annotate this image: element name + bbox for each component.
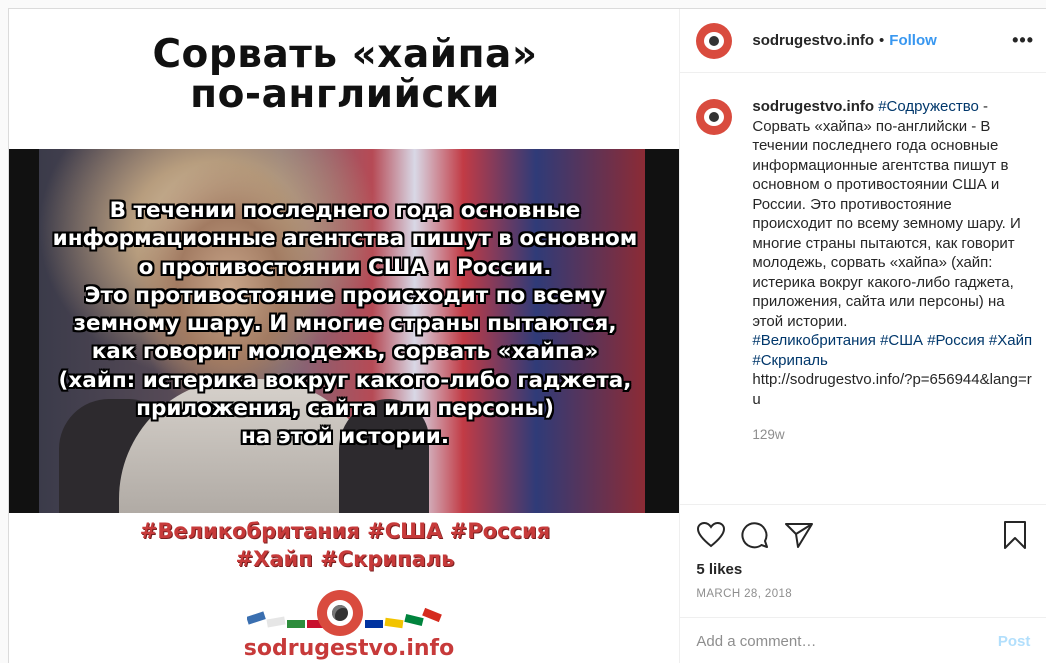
overlay-line: на этой истории. xyxy=(240,424,450,450)
post-actions: 5 likes MARCH 28, 2018 xyxy=(680,504,1046,600)
logo-eye-icon xyxy=(317,590,363,636)
caption-body: sodrugestvo.info #Содружество - Сорвать … xyxy=(752,97,1034,445)
caption-hashtag[interactable]: #Скрипаль xyxy=(752,352,828,369)
caption-avatar[interactable] xyxy=(696,99,733,135)
poster-title-line: Сорвать «хайпа» xyxy=(152,32,538,77)
overlay-line: информационные агентства пишут в основно… xyxy=(52,226,638,252)
comment-bar: Post xyxy=(680,617,1046,663)
poster-title: Сорвать «хайпа» по-английски xyxy=(9,32,679,117)
poster-hashtag-line: #Хайп #Скрипаль xyxy=(235,547,455,571)
follow-button[interactable]: Follow xyxy=(889,32,937,49)
poster-photo: В течении последнего года основные инфор… xyxy=(9,149,680,513)
likes-count[interactable]: 5 likes xyxy=(696,561,1030,578)
share-icon[interactable] xyxy=(784,520,814,550)
overlay-line: (хайп: истерика вокруг какого-либо гадже… xyxy=(58,367,632,393)
more-icon[interactable]: ••• xyxy=(1012,30,1034,51)
header-separator: • xyxy=(879,32,885,49)
heart-icon[interactable] xyxy=(696,520,726,550)
overlay-line: приложения, сайта или персоны) xyxy=(136,396,554,422)
header-username[interactable]: sodrugestvo.info xyxy=(752,32,874,49)
caption-text: sodrugestvo.info #Содружество - Сорвать … xyxy=(752,97,1034,331)
post-side-panel: sodrugestvo.info • Follow ••• sodrugestv… xyxy=(680,9,1046,663)
caption-link: http://sodrugestvo.info/?p=656944&lang=r… xyxy=(752,371,1032,408)
caption-time[interactable]: 129w xyxy=(752,425,1034,445)
avatar[interactable] xyxy=(696,22,733,59)
overlay-line: В течении последнего года основные xyxy=(109,198,581,223)
post-image[interactable]: Сорвать «хайпа» по-английски В течении п… xyxy=(9,9,681,663)
poster-hashtags: #Великобритания #США #Россия #Хайп #Скри… xyxy=(9,517,679,573)
post-comment-button[interactable]: Post xyxy=(998,633,1031,650)
caption-username[interactable]: sodrugestvo.info xyxy=(752,98,874,115)
poster-title-line: по-английски xyxy=(190,72,500,117)
poster-overlay-text: В течении последнего года основные инфор… xyxy=(9,197,679,452)
caption-tags: #Великобритания #США #Россия #Хайп #Скри… xyxy=(752,331,1034,370)
sodrugestvo-logo: sodrugestvo.info xyxy=(239,584,459,663)
poster-hashtag-line: #Великобритания #США #Россия xyxy=(139,519,551,543)
caption-hashtag[interactable]: #Хайп xyxy=(989,332,1032,349)
caption-hashtag[interactable]: #Великобритания xyxy=(752,332,876,349)
post-caption: sodrugestvo.info #Содружество - Сорвать … xyxy=(696,97,1036,445)
post-header: sodrugestvo.info • Follow ••• xyxy=(680,9,1046,73)
overlay-line: о противостоянии США и России. xyxy=(138,254,552,280)
instagram-post: Сорвать «хайпа» по-английски В течении п… xyxy=(8,8,1046,663)
comment-input[interactable] xyxy=(696,632,998,650)
overlay-line: Это противостояние происходит по всему xyxy=(84,282,606,308)
caption-hashtag[interactable]: #Содружество xyxy=(878,98,979,115)
caption-hashtag[interactable]: #США xyxy=(880,332,923,349)
overlay-line: земному шару. И многие страны пытаются, xyxy=(73,311,617,337)
logo-text: sodrugestvo.info xyxy=(243,636,455,661)
caption-hashtag[interactable]: #Россия xyxy=(927,332,985,349)
post-date: MARCH 28, 2018 xyxy=(696,588,793,600)
comment-icon[interactable] xyxy=(740,520,770,550)
bookmark-icon[interactable] xyxy=(1000,520,1030,550)
overlay-line: как говорит молодежь, сорвать «хайпа» xyxy=(91,339,599,365)
action-icons xyxy=(696,517,1030,553)
caption-main-text: - Сорвать «хайпа» по-английски - В течен… xyxy=(752,98,1021,330)
